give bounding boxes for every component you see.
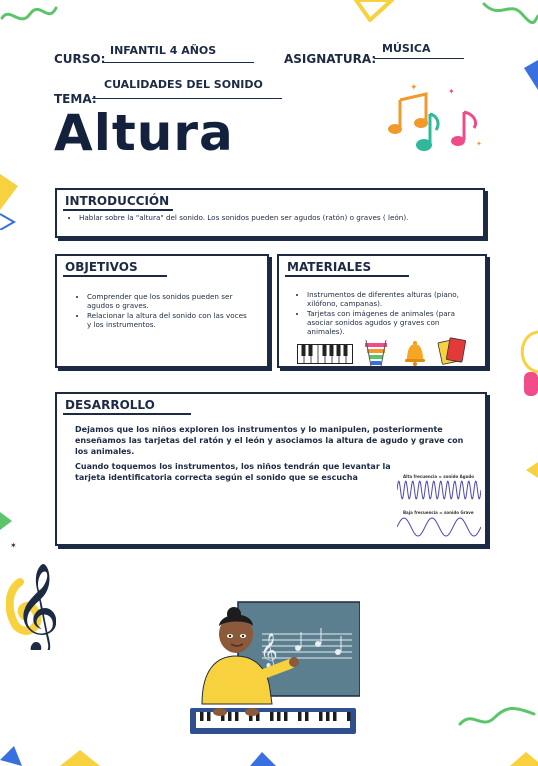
piano-black-key: [207, 712, 211, 721]
piano-black-key: [228, 712, 232, 721]
svg-text:✦: ✦: [476, 140, 482, 148]
decor-bottom-shapes: [0, 746, 538, 766]
animal-cards-icon: [437, 337, 467, 365]
introduccion-box: INTRODUCCIÓN Hablar sobre la "altura" de…: [55, 188, 485, 238]
svg-text:✶: ✶: [10, 542, 17, 550]
materiales-box: MATERIALES Instrumentos de diferentes al…: [277, 254, 487, 368]
materiales-heading-underline: [285, 275, 409, 277]
list-item: Instrumentos de diferentes alturas (pian…: [307, 290, 471, 308]
list-item: Comprender que los sonidos pueden ser ag…: [87, 292, 247, 310]
frequency-wave-diagram: Alta frecuencia = sonido Agudo Baja frec…: [393, 468, 485, 542]
low-frequency-wave: [397, 517, 481, 537]
tema-value: CUALIDADES DEL SONIDO: [104, 78, 263, 91]
objetivos-box: OBJETIVOS Comprender que los sonidos pue…: [55, 254, 269, 368]
high-frequency-wave: [397, 480, 481, 500]
piano-icon: [297, 344, 353, 364]
teacher-piano-illustration: 𝄞: [190, 601, 360, 734]
piano-black-key: [284, 712, 288, 721]
introduccion-heading-underline: [63, 209, 173, 211]
svg-text:𝄞: 𝄞: [14, 563, 56, 650]
svg-text:𝄞: 𝄞: [260, 633, 278, 669]
decor-blue-shape-right: [524, 60, 538, 90]
piano-black-key: [200, 712, 204, 721]
decor-yellow-shape-right-lower: [526, 462, 538, 478]
bell-icon: [405, 341, 425, 366]
list-item: Hablar sobre la "altura" del sonido. Los…: [79, 213, 477, 222]
piano-black-key: [270, 712, 274, 721]
decor-yellow-shape-left: [0, 174, 18, 230]
piano-black-key: [319, 712, 323, 721]
piano-black-key: [298, 712, 302, 721]
curso-label: CURSO:: [54, 52, 106, 66]
page-title: Altura: [54, 104, 234, 162]
decor-scribble-top-right: [482, 2, 538, 24]
piano-black-key: [333, 712, 337, 721]
asignatura-label: ASIGNATURA:: [284, 52, 377, 66]
piano-black-key: [347, 712, 351, 721]
music-notes-illustration: ✦ ✦ ✦: [388, 83, 482, 151]
xylophone-icon: [365, 340, 387, 366]
piano-black-key: [326, 712, 330, 721]
desarrollo-paragraph-2: Cuando toquemos los instrumentos, los ni…: [75, 462, 391, 482]
desarrollo-heading: DESARROLLO: [65, 398, 155, 412]
curso-underline: [102, 62, 254, 63]
introduccion-list: Hablar sobre la "altura" del sonido. Los…: [63, 213, 477, 223]
objetivos-heading: OBJETIVOS: [65, 260, 138, 274]
decor-yellow-shape-top: [354, 0, 394, 22]
desarrollo-box: DESARROLLO Dejamos que los niños explore…: [55, 392, 487, 546]
objetivos-list: Comprender que los sonidos pueden ser ag…: [71, 292, 247, 330]
decor-squiggle-bottom-right: [458, 707, 536, 726]
piano-black-key: [305, 712, 309, 721]
desarrollo-heading-underline: [63, 413, 191, 415]
materiales-heading: MATERIALES: [287, 260, 372, 274]
list-item: Relacionar la altura del sonido con las …: [87, 311, 247, 329]
objetivos-heading-underline: [63, 275, 167, 277]
piano-black-key: [235, 712, 239, 721]
curso-value: INFANTIL 4 AÑOS: [110, 44, 217, 57]
decor-yellow-loop-right: [520, 330, 538, 374]
asignatura-value: MÚSICA: [382, 42, 431, 55]
materiales-list: Instrumentos de diferentes alturas (pian…: [291, 290, 471, 337]
piano-black-key: [277, 712, 281, 721]
list-item: Tarjetas con imágenes de animales (para …: [307, 309, 471, 336]
decor-pink-shape-right: [524, 372, 538, 396]
decor-scribble-top-left: [0, 6, 58, 21]
tema-underline: [92, 98, 282, 99]
svg-text:✦: ✦: [448, 87, 455, 96]
introduccion-heading: INTRODUCCIÓN: [65, 194, 170, 208]
decor-green-shape-left: [0, 512, 12, 530]
svg-text:✦: ✦: [410, 83, 418, 93]
desarrollo-paragraph-1: Dejamos que los niños exploren los instr…: [75, 425, 464, 456]
asignatura-underline: [374, 58, 464, 59]
treble-clef-icon: ✶ 𝄞: [6, 542, 56, 650]
